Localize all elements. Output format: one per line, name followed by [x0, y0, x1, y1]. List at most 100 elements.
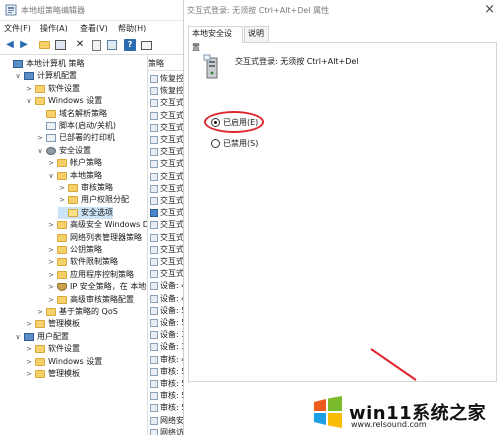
tree-item[interactable]: > 公钥策略 [47, 244, 102, 256]
enabled-radio[interactable]: 已启用(E) [211, 117, 258, 128]
policy-list-item[interactable]: 设备: 3 [150, 341, 183, 353]
tree-item[interactable]: > 基于策略的 QoS [36, 306, 118, 318]
policy-list-item[interactable]: 交互式 [150, 195, 183, 207]
chevron-right-icon[interactable]: > [47, 256, 55, 268]
tree-item[interactable]: ∨ 安全设置 [36, 145, 91, 157]
chevron-right-icon[interactable]: > [25, 83, 33, 95]
window-title: 本地组策略编辑器 [21, 6, 85, 15]
policy-list-item[interactable]: 恢复控 [150, 85, 183, 97]
policy-list-item[interactable]: 交互式 [150, 146, 183, 158]
tree-item[interactable]: > 用户权限分配 [58, 194, 129, 206]
policy-list-item[interactable]: 交互式 [150, 268, 183, 280]
help-icon[interactable]: ? [124, 39, 136, 51]
chevron-right-icon[interactable]: > [47, 244, 55, 256]
chevron-right-icon[interactable]: > [47, 269, 55, 281]
folder-icon [57, 246, 67, 254]
tab-explain[interactable]: 说明 [244, 26, 269, 42]
policy-list-item[interactable]: 交互式 [150, 134, 183, 146]
chevron-down-icon[interactable]: ∨ [25, 95, 33, 107]
export-icon[interactable] [106, 39, 118, 51]
policy-list-item[interactable]: 交互式 [150, 183, 183, 195]
chevron-right-icon[interactable]: > [47, 157, 55, 169]
chevron-right-icon[interactable]: > [47, 281, 55, 293]
menu-help[interactable]: 帮助(H) [118, 23, 146, 34]
chevron-right-icon[interactable]: > [25, 343, 33, 355]
tree-item[interactable]: 安全选项 [58, 206, 113, 219]
policy-item-label: 交互式 [160, 244, 183, 254]
policy-column-header[interactable]: 策略 [148, 58, 164, 69]
tree-item[interactable]: > 软件限制策略 [47, 256, 118, 268]
policy-list-item[interactable]: 设备: 5 [150, 317, 183, 329]
policy-list-item[interactable]: 交互式 [150, 110, 183, 122]
chevron-down-icon[interactable]: ∨ [14, 331, 22, 343]
policy-list-item[interactable]: 交互式 [150, 97, 183, 109]
forward-arrow-icon[interactable]: ▶ [18, 39, 30, 51]
menu-file[interactable]: 文件(F) [4, 23, 31, 34]
delete-icon[interactable]: ✕ [74, 39, 86, 51]
policy-list-item[interactable]: 网络访 [150, 427, 183, 435]
tree-item[interactable]: > 应用程序控制策略 [47, 269, 134, 281]
tree-item[interactable]: > 审核策略 [58, 182, 113, 194]
chevron-down-icon[interactable]: ∨ [14, 70, 22, 82]
chevron-down-icon[interactable]: ∨ [47, 170, 55, 182]
chevron-right-icon[interactable]: > [25, 356, 33, 368]
menu-view[interactable]: 查看(V) [80, 23, 108, 34]
tree-item[interactable]: > 已部署的打印机 [36, 132, 115, 144]
tree-item[interactable]: ∨ Windows 设置 [25, 95, 102, 107]
policy-list-item[interactable]: 交互式 [150, 232, 183, 244]
chevron-right-icon[interactable]: > [36, 132, 44, 144]
policy-list-item[interactable]: 交互式 [150, 244, 183, 256]
chevron-right-icon[interactable]: > [36, 306, 44, 318]
policy-list-item[interactable]: 交互式 [150, 207, 183, 219]
properties-icon[interactable] [90, 39, 102, 51]
tree-item[interactable]: > 高级审核策略配置 [47, 294, 134, 306]
tree-item[interactable]: > Windows 设置 [25, 356, 102, 368]
tree-item[interactable]: > 软件设置 [25, 343, 80, 355]
policy-list-item[interactable]: 审核: 5 [150, 378, 183, 390]
policy-list-item[interactable]: 交互式 [150, 256, 183, 268]
policy-list-item[interactable]: 设备: 5 [150, 305, 183, 317]
policy-list-item[interactable]: 恢复控 [150, 73, 183, 85]
tree-item[interactable]: > 管理模板 [25, 318, 80, 330]
chevron-down-icon[interactable]: ∨ [36, 145, 44, 157]
show-hide-tree-icon[interactable] [54, 39, 66, 51]
tree-item[interactable]: > IP 安全策略，在 本地 [47, 281, 146, 293]
tree-item[interactable]: > 软件设置 [25, 83, 80, 95]
tree-item[interactable]: > 管理模板 [25, 368, 80, 380]
policy-list-item[interactable]: 交互式 [150, 171, 183, 183]
policy-list-item[interactable]: 设备: 3 [150, 329, 183, 341]
policy-item-label: 交互式 [160, 196, 183, 205]
tree-item[interactable]: ∨ 本地策略 [47, 170, 102, 182]
up-folder-icon[interactable] [38, 39, 50, 51]
policy-list-item[interactable]: 审核: 5 [150, 366, 183, 378]
tree-item[interactable]: > 帐户策略 [47, 157, 102, 169]
tree-item[interactable]: ∨ 用户配置 [14, 331, 69, 343]
close-icon[interactable]: × [484, 2, 495, 17]
policy-list-item[interactable]: 交互式 [150, 122, 183, 134]
policy-list-item[interactable]: 设备: 4 [150, 280, 183, 292]
disabled-radio[interactable]: 已禁用(S) [211, 138, 258, 149]
tree-item[interactable]: 脚本(启动/关机) [36, 120, 116, 132]
tree-item[interactable]: ∨ 计算机配置 [14, 70, 77, 82]
chevron-right-icon[interactable]: > [58, 182, 66, 194]
menu-action[interactable]: 操作(A) [40, 23, 68, 34]
chevron-right-icon[interactable]: > [58, 194, 66, 206]
tree-item[interactable]: 网络列表管理器策略 [47, 232, 142, 244]
chevron-right-icon[interactable]: > [47, 294, 55, 306]
policy-list-item[interactable]: 审核: 5 [150, 390, 183, 402]
tree-item[interactable]: 本地计算机 策略 [3, 58, 85, 70]
policy-list-item[interactable]: 交互式 [150, 219, 183, 231]
tree-item[interactable]: > 高级安全 Windows D [47, 219, 147, 231]
policy-list-item[interactable]: 审核: 5 [150, 402, 183, 414]
policy-list-item[interactable]: 审核: 4 [150, 354, 183, 366]
back-arrow-icon[interactable]: ◀ [4, 39, 16, 51]
tree-item[interactable]: 域名解析策略 [36, 108, 107, 120]
console-icon[interactable] [140, 39, 152, 51]
policy-list-item[interactable]: 设备: 4 [150, 293, 183, 305]
policy-list-item[interactable]: 网络安 [150, 415, 183, 427]
chevron-right-icon[interactable]: > [25, 368, 33, 380]
chevron-right-icon[interactable]: > [47, 219, 55, 231]
tab-local-security-setting[interactable]: 本地安全设置 [188, 26, 243, 52]
chevron-right-icon[interactable]: > [25, 318, 33, 330]
policy-list-item[interactable]: 交互式 [150, 158, 183, 170]
